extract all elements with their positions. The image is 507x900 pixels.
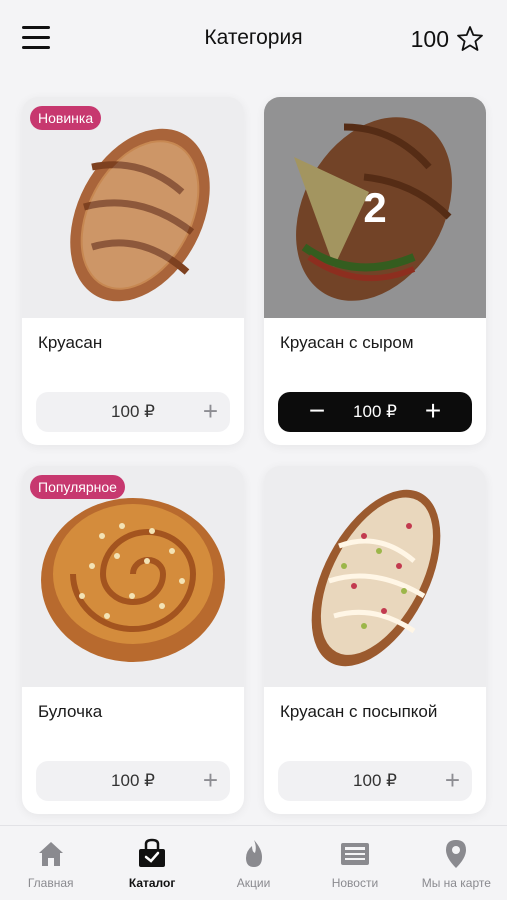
product-card[interactable]: Популярное Булочка 100 ₽ +	[22, 466, 244, 814]
nav-label: Новости	[331, 876, 379, 890]
nav-item-promotions[interactable]: Акции	[203, 826, 304, 900]
home-icon	[38, 842, 63, 866]
nav-label: Акции	[236, 876, 271, 890]
points-balance[interactable]: 100	[411, 22, 485, 56]
nav-label: Главная	[27, 876, 74, 890]
product-price: 100 ₽	[111, 402, 155, 421]
plus-icon: +	[444, 765, 460, 795]
product-name: Круасан	[38, 333, 103, 352]
product-image-bun[interactable]: Популярное	[22, 466, 244, 687]
product-price: 100 ₽	[353, 771, 397, 790]
app-screen: Категория 100 Новинка Круасан 100 ₽ + 2 …	[0, 0, 507, 900]
nav-item-home[interactable]: Главная	[0, 826, 101, 900]
quantity-stepper: − 100 ₽ +	[278, 392, 472, 432]
nav-item-news[interactable]: Новости	[304, 826, 405, 900]
product-card[interactable]: Круасан с посыпкой 100 ₽ +	[264, 466, 486, 814]
product-card[interactable]: Новинка Круасан 100 ₽ +	[22, 97, 244, 445]
nav-label: Каталог	[128, 876, 176, 890]
cart-quantity-overlay: 2	[264, 97, 486, 318]
product-name: Круасан с посыпкой	[280, 702, 438, 721]
plus-icon: +	[202, 765, 218, 795]
product-image-croissant[interactable]: Новинка	[22, 97, 244, 318]
nav-item-catalog[interactable]: Каталог	[101, 826, 202, 900]
plus-icon: +	[202, 396, 218, 426]
catalog-bag-icon	[139, 838, 166, 867]
star-icon	[457, 26, 483, 51]
product-name: Булочка	[38, 702, 103, 721]
product-image-croissant-with-topping[interactable]	[264, 466, 486, 687]
cart-quantity: 2	[363, 183, 387, 231]
nav-label: Мы на карте	[421, 876, 491, 890]
product-card[interactable]: 2 Круасан с сыром − 100 ₽ +	[264, 97, 486, 445]
increase-quantity-button[interactable]: +	[418, 396, 448, 426]
badge-popular: Популярное	[30, 475, 125, 499]
product-image-croissant-with-cheese[interactable]: 2	[264, 97, 486, 318]
product-name: Круасан с сыром	[280, 333, 414, 352]
add-to-cart-button[interactable]: 100 ₽ +	[36, 761, 230, 801]
points-value: 100	[410, 25, 449, 52]
flame-icon	[245, 840, 262, 867]
top-bar: Категория 100	[0, 0, 507, 78]
map-pin-icon	[446, 840, 467, 868]
nav-item-map[interactable]: Мы на карте	[406, 826, 507, 900]
news-icon	[340, 843, 369, 865]
add-to-cart-button[interactable]: 100 ₽ +	[36, 392, 230, 432]
add-to-cart-button[interactable]: 100 ₽ +	[278, 761, 472, 801]
badge-new: Новинка	[30, 106, 102, 130]
bottom-navigation: Главная Каталог Акции Новости Мы на карт…	[0, 825, 507, 900]
product-price: 100 ₽	[111, 771, 155, 790]
